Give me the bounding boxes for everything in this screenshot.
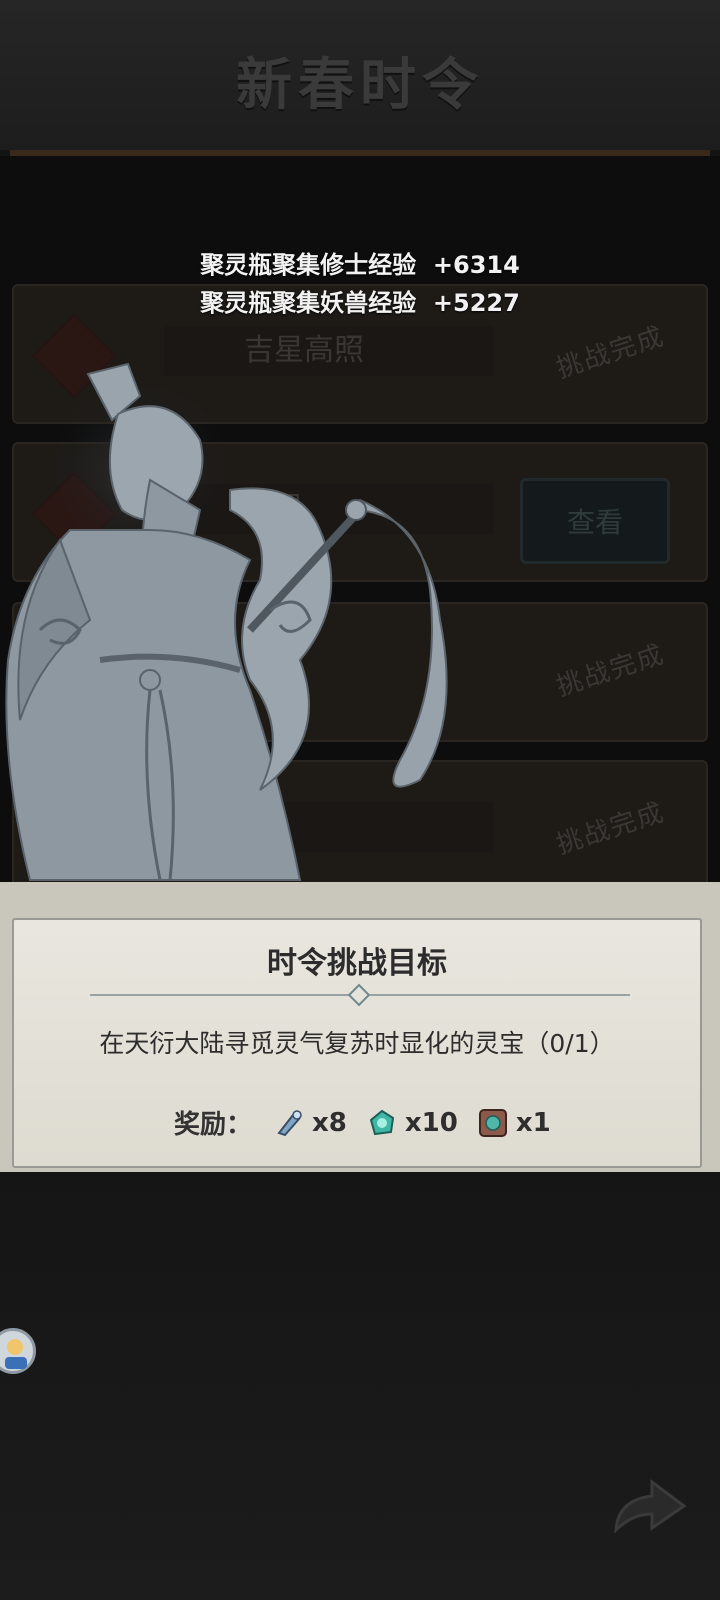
- diamond-ornament-icon: [347, 983, 371, 1007]
- page-title: 新春时令: [236, 52, 484, 118]
- avatar[interactable]: [0, 1328, 36, 1374]
- view-button[interactable]: 查看: [520, 478, 670, 564]
- reward-qty: x1: [515, 1107, 551, 1138]
- exp-gain-line: 聚灵瓶聚集修士经验 +6314: [200, 251, 520, 279]
- scroll-pouch-icon[interactable]: [476, 1106, 510, 1140]
- panel-title: 时令挑战目标: [267, 946, 447, 981]
- completed-stamp: 挑战完成: [552, 321, 669, 385]
- exp-gain-list: 聚灵瓶聚集修士经验 +6314 聚灵瓶聚集妖兽经验 +5227: [0, 246, 720, 322]
- share-arrow-icon[interactable]: [606, 1470, 690, 1540]
- jade-stone-icon[interactable]: [365, 1106, 399, 1140]
- reward-qty: x8: [312, 1107, 347, 1138]
- exp-gain-line: 聚灵瓶聚集妖兽经验 +5227: [200, 289, 520, 317]
- reward-label: 奖励：: [174, 1110, 253, 1140]
- challenge-description: 在天衍大陆寻觅灵气复苏时显化的灵宝（0/1）: [99, 1029, 615, 1058]
- completed-stamp: 挑战完成: [552, 797, 669, 861]
- reward-row: 奖励： x8 x10 x1: [174, 1104, 563, 1141]
- completed-stamp: 挑战完成: [552, 639, 669, 703]
- spirit-potion-icon[interactable]: [272, 1106, 306, 1140]
- spirit-sage-illustration: [5, 362, 448, 881]
- challenge-target-panel: 时令挑战目标 在天衍大陆寻觅灵气复苏时显化的灵宝（0/1） 奖励： x8 x10…: [12, 918, 702, 1168]
- reward-qty: x10: [404, 1107, 458, 1138]
